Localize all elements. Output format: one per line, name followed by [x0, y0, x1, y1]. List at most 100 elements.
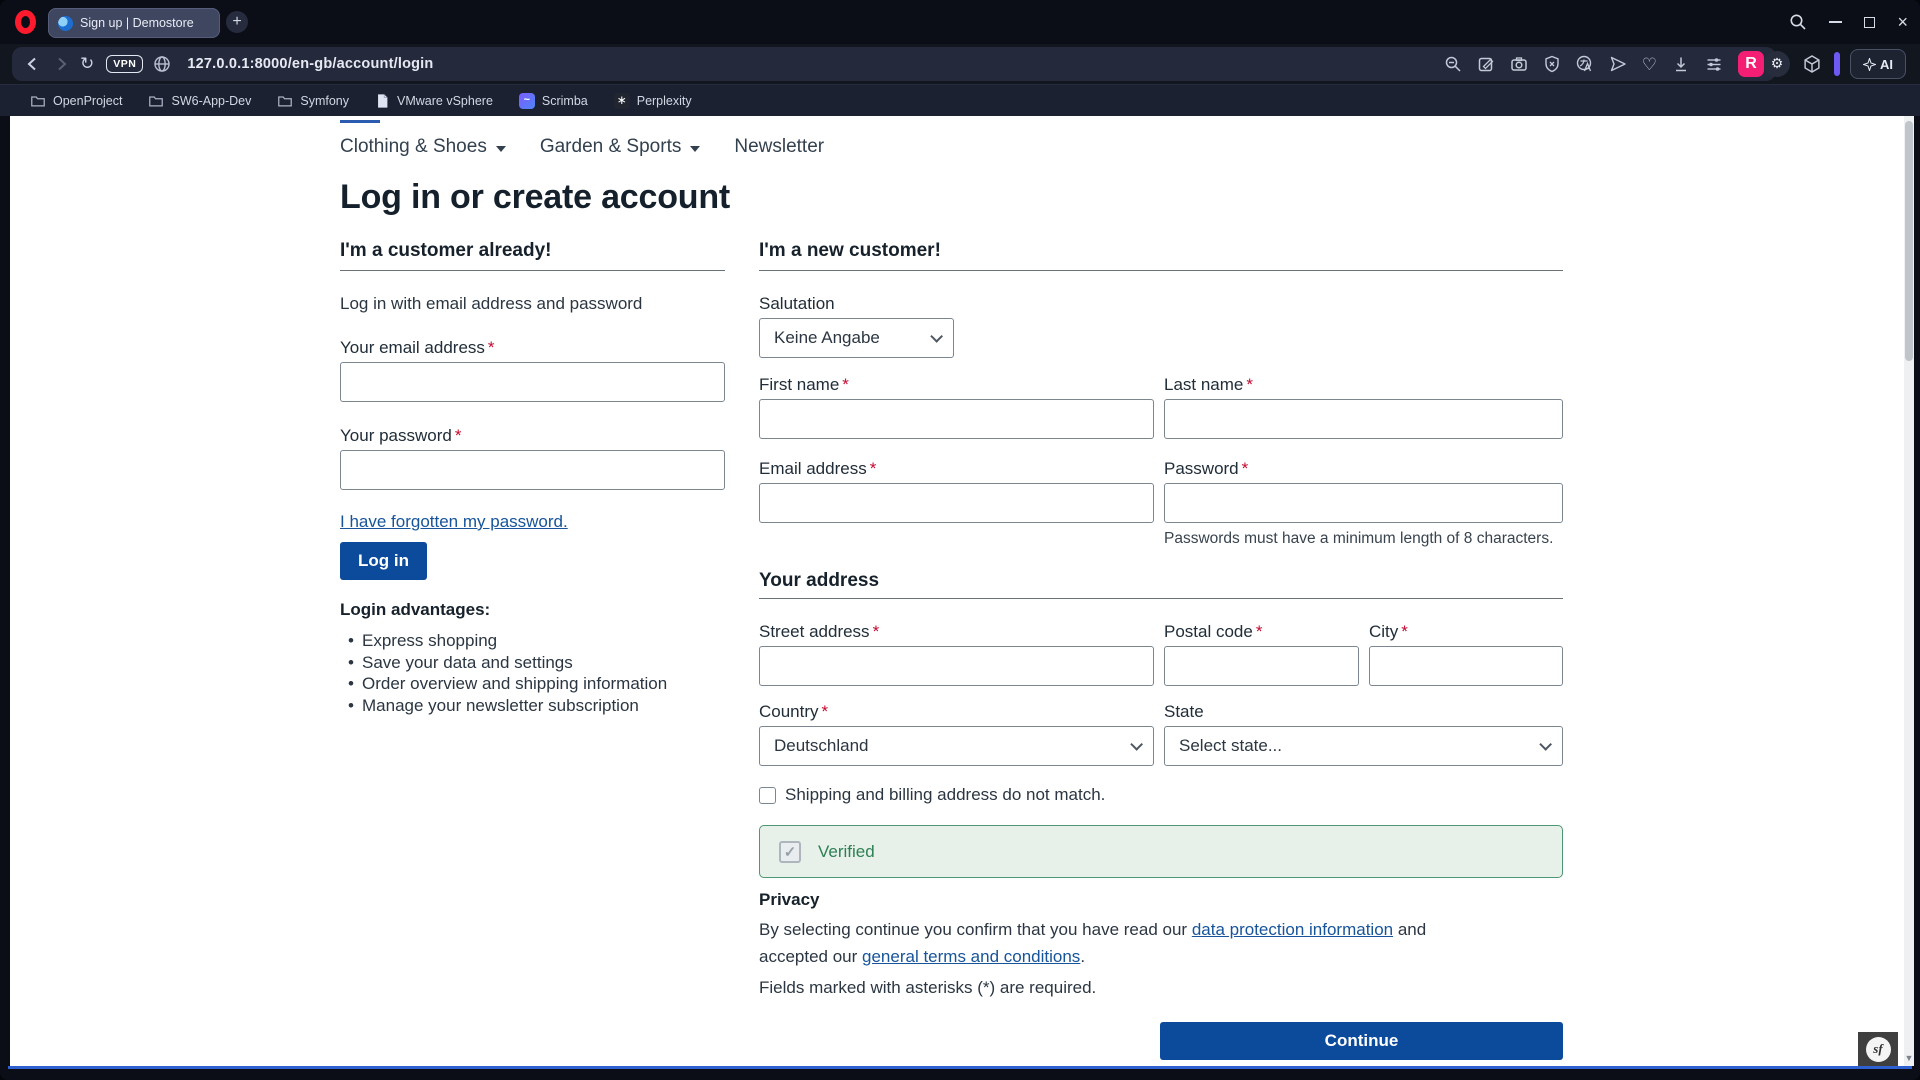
address-row: ↻ VPN 127.0.0.1:8000/en-gb/account/login…: [0, 44, 1920, 84]
browser-tab[interactable]: Sign up | Demostore: [48, 8, 220, 38]
zoom-out-icon[interactable]: [1444, 55, 1462, 73]
close-button[interactable]: ×: [1897, 13, 1908, 31]
url-text[interactable]: 127.0.0.1:8000/en-gb/account/login: [187, 56, 433, 72]
required-mark: *: [842, 375, 849, 394]
scrollbar-down-arrow[interactable]: ▼: [1904, 1053, 1914, 1063]
bookmark-label: SW6-App-Dev: [171, 94, 251, 108]
shipping-checkbox[interactable]: [759, 787, 776, 804]
address-bar[interactable]: ↻ VPN 127.0.0.1:8000/en-gb/account/login…: [12, 47, 1776, 81]
forward-icon[interactable]: [52, 55, 70, 73]
first-name-input[interactable]: [759, 399, 1154, 439]
forgot-password-link[interactable]: I have forgotten my password.: [340, 512, 568, 532]
scrimba-icon: ~: [519, 93, 535, 109]
register-email-input[interactable]: [759, 483, 1154, 523]
send-flow-icon[interactable]: [1609, 55, 1627, 73]
register-password-label: Password*: [1164, 459, 1248, 479]
tab-title: Sign up | Demostore: [80, 16, 194, 30]
search-icon[interactable]: [1789, 13, 1807, 31]
login-password-input[interactable]: [340, 450, 725, 490]
terms-link[interactable]: general terms and conditions: [862, 947, 1080, 966]
bookmark-vmware-vsphere[interactable]: VMware vSphere: [375, 93, 493, 109]
divider: [759, 598, 1563, 599]
advantage-item: Manage your newsletter subscription: [344, 695, 667, 717]
folder-icon: [277, 93, 293, 109]
divider: [340, 270, 725, 271]
bookmark-label: Symfony: [300, 94, 349, 108]
login-advantages-list: Express shopping Save your data and sett…: [344, 630, 667, 716]
password-hint: Passwords must have a minimum length of …: [1164, 530, 1553, 548]
postal-code-input[interactable]: [1164, 646, 1359, 686]
bookmark-label: OpenProject: [53, 94, 122, 108]
bookmark-label: Scrimba: [542, 94, 588, 108]
download-icon[interactable]: [1672, 55, 1690, 73]
privacy-title: Privacy: [759, 890, 820, 910]
required-mark: *: [488, 338, 495, 357]
register-password-input[interactable]: [1164, 483, 1563, 523]
required-mark: *: [870, 459, 877, 478]
page-scrollbar[interactable]: ▼: [1904, 116, 1914, 1066]
register-section-title: I'm a new customer!: [759, 240, 941, 262]
camera-icon[interactable]: [1510, 55, 1528, 73]
login-advantages-title: Login advantages:: [340, 600, 490, 620]
pink-r-extension-icon[interactable]: R: [1738, 51, 1764, 77]
sidebar-settings-icon[interactable]: [1705, 55, 1723, 73]
last-name-label: Last name*: [1164, 375, 1253, 395]
state-select[interactable]: Select state...: [1164, 726, 1563, 766]
required-fields-note: Fields marked with asterisks (*) are req…: [759, 978, 1096, 998]
street-label: Street address*: [759, 622, 879, 642]
opera-logo-icon[interactable]: [15, 10, 36, 34]
cube-extension-icon[interactable]: [1802, 54, 1822, 74]
new-tab-button[interactable]: +: [226, 11, 248, 33]
bookmark-scrimba[interactable]: ~ Scrimba: [519, 93, 588, 109]
salutation-select[interactable]: Keine Angabe: [759, 318, 954, 358]
purple-extension-icon[interactable]: [1834, 52, 1840, 76]
extensions-area: ⚙: [1764, 50, 1840, 78]
advantage-item: Order overview and shipping information: [344, 673, 667, 695]
page-icon: [375, 93, 390, 109]
country-select[interactable]: Deutschland: [759, 726, 1154, 766]
bookmark-symfony[interactable]: Symfony: [277, 93, 349, 109]
scrollbar-thumb[interactable]: [1905, 121, 1913, 361]
caret-down-icon: [690, 146, 700, 152]
login-email-input[interactable]: [340, 362, 725, 402]
register-email-label: Email address*: [759, 459, 876, 479]
login-button[interactable]: Log in: [340, 542, 427, 580]
city-label: City*: [1369, 622, 1408, 642]
edit-snapshot-icon[interactable]: [1477, 55, 1495, 73]
advantage-item: Save your data and settings: [344, 652, 667, 674]
minimize-button[interactable]: [1829, 21, 1842, 23]
bookmark-openproject[interactable]: OpenProject: [30, 93, 122, 109]
verified-checkbox[interactable]: ✓: [779, 841, 801, 863]
continue-button[interactable]: Continue: [1160, 1022, 1563, 1060]
required-mark: *: [1401, 622, 1408, 641]
bookmark-label: VMware vSphere: [397, 94, 493, 108]
maximize-button[interactable]: [1864, 17, 1875, 28]
data-protection-link[interactable]: data protection information: [1192, 920, 1393, 939]
tab-favicon-icon: [58, 16, 73, 31]
aria-ai-button[interactable]: AI: [1850, 49, 1906, 79]
back-icon[interactable]: [24, 55, 42, 73]
last-name-input[interactable]: [1164, 399, 1563, 439]
bookmark-sw6-app-dev[interactable]: SW6-App-Dev: [148, 93, 251, 109]
nav-item-clothing-shoes[interactable]: Clothing & Shoes: [340, 136, 506, 158]
country-value: Deutschland: [774, 736, 869, 756]
nav-label: Clothing & Shoes: [340, 136, 487, 158]
reload-icon[interactable]: ↻: [80, 55, 94, 72]
city-input[interactable]: [1369, 646, 1563, 686]
bug-extension-icon[interactable]: ⚙: [1764, 51, 1790, 77]
adblock-shield-icon[interactable]: [1543, 55, 1561, 73]
symfony-profiler-badge[interactable]: sf: [1858, 1032, 1898, 1066]
heart-icon[interactable]: ♡: [1642, 56, 1657, 73]
nav-item-garden-sports[interactable]: Garden & Sports: [540, 136, 701, 158]
shop-navigation: Clothing & Shoes Garden & Sports Newslet…: [340, 136, 824, 158]
privacy-paragraph: By selecting continue you confirm that y…: [759, 916, 1479, 970]
street-input[interactable]: [759, 646, 1154, 686]
page-viewport: Clothing & Shoes Garden & Sports Newslet…: [10, 116, 1904, 1066]
vpn-badge[interactable]: VPN: [106, 55, 143, 73]
bookmarks-bar: OpenProject SW6-App-Dev Symfony VMware v…: [0, 84, 1920, 116]
nav-item-newsletter[interactable]: Newsletter: [734, 136, 824, 158]
translate-icon[interactable]: [1576, 55, 1594, 73]
bookmark-perplexity[interactable]: ∗ Perplexity: [614, 93, 692, 109]
site-globe-icon[interactable]: [153, 55, 171, 73]
privacy-text: By selecting continue you confirm that y…: [759, 920, 1192, 939]
